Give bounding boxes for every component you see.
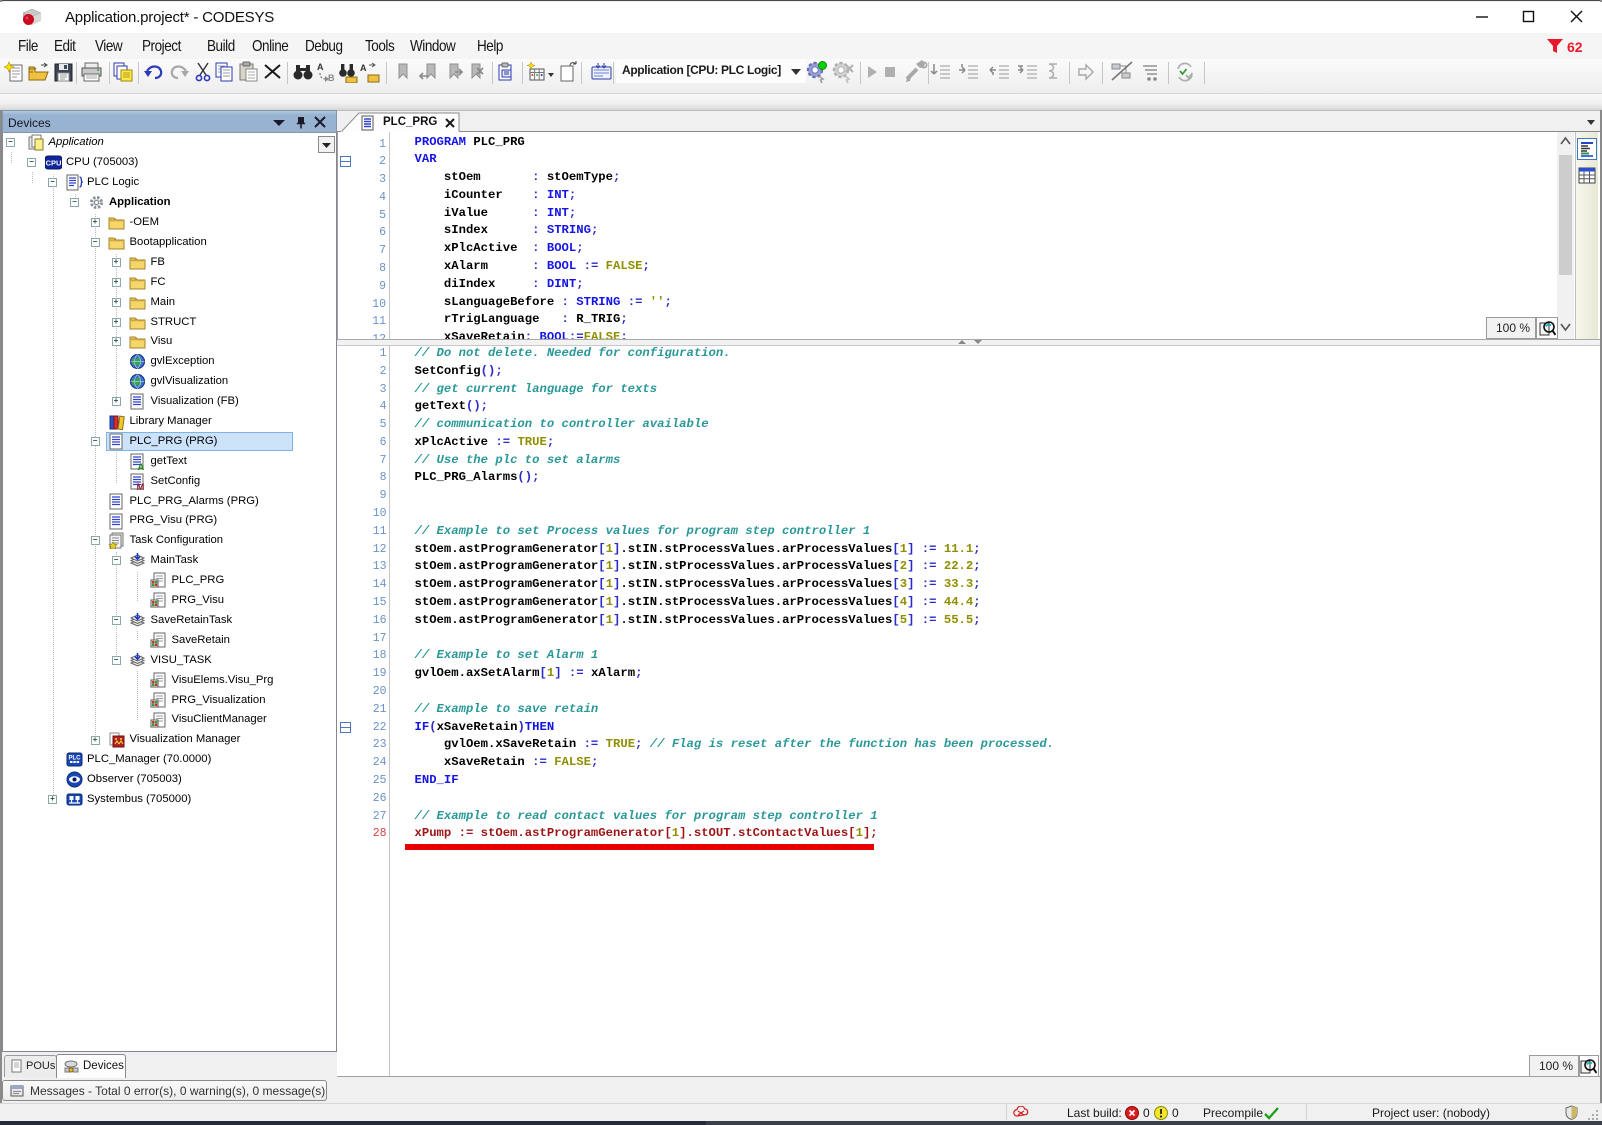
svg-text:A: A bbox=[360, 63, 367, 73]
svg-text:A: A bbox=[138, 462, 145, 470]
svg-text:A: A bbox=[317, 62, 324, 72]
svg-text:B: B bbox=[328, 73, 335, 83]
svg-text:M: M bbox=[137, 482, 145, 490]
svg-text:PLC: PLC bbox=[68, 756, 81, 762]
svg-text:CPU: CPU bbox=[45, 159, 61, 168]
